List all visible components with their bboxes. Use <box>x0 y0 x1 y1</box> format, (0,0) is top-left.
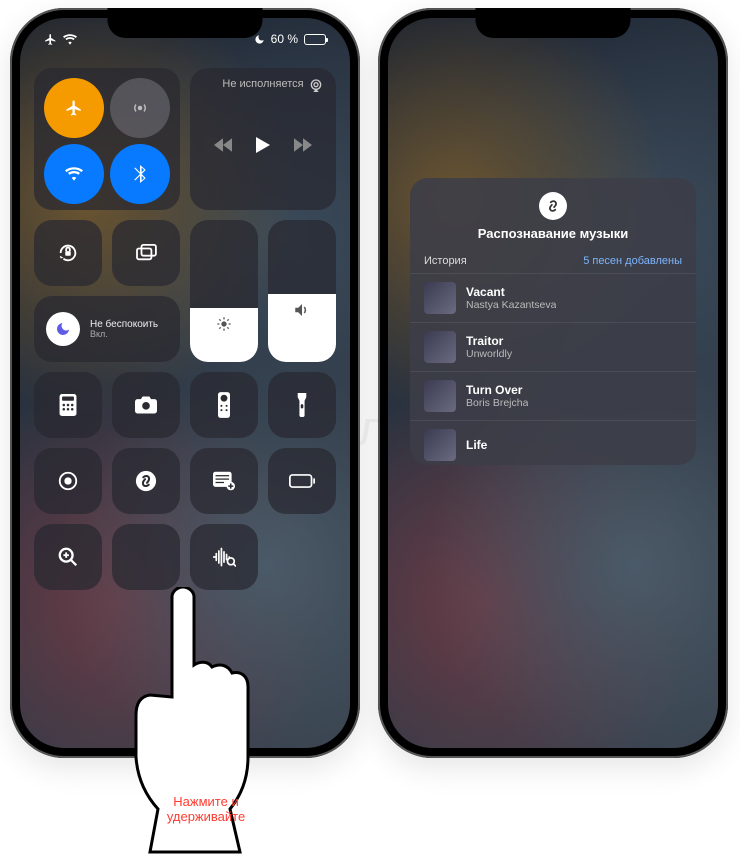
song-artist: Nastya Kazantseva <box>466 299 556 312</box>
song-artist: Unworldly <box>466 348 512 361</box>
wifi-toggle[interactable] <box>44 144 104 204</box>
do-not-disturb-tile[interactable]: Не беспокоить Вкл. <box>34 296 180 362</box>
media-title: Не исполняется <box>222 78 303 90</box>
album-art <box>424 282 456 314</box>
screen-record-tile[interactable] <box>34 448 102 514</box>
cellular-toggle[interactable] <box>110 78 170 138</box>
connectivity-tile[interactable] <box>34 68 180 210</box>
shazam-tile[interactable] <box>112 448 180 514</box>
rewind-icon[interactable] <box>214 138 232 152</box>
play-icon[interactable] <box>256 137 270 153</box>
song-title: Turn Over <box>466 383 528 397</box>
song-row[interactable]: Vacant Nastya Kazantseva <box>410 273 696 322</box>
history-count[interactable]: 5 песен добавлены <box>583 255 682 267</box>
album-art <box>424 331 456 363</box>
history-label: История <box>424 255 467 267</box>
hand-pointer-overlay: Нажмите и удерживайте <box>120 587 270 857</box>
screen-right: Распознавание музыки История 5 песен доб… <box>388 18 718 748</box>
calculator-tile[interactable] <box>34 372 102 438</box>
notch <box>476 8 631 38</box>
forward-icon[interactable] <box>294 138 312 152</box>
song-artist: Boris Brejcha <box>466 397 528 410</box>
screen-mirroring-tile[interactable] <box>112 220 180 286</box>
dnd-title: Не беспокоить <box>90 319 158 330</box>
song-title: Traitor <box>466 334 512 348</box>
brightness-slider[interactable] <box>190 220 258 362</box>
flashlight-tile[interactable] <box>268 372 336 438</box>
camera-tile[interactable] <box>112 372 180 438</box>
empty-tile-1[interactable] <box>112 524 180 590</box>
dnd-subtitle: Вкл. <box>90 330 158 340</box>
orientation-lock-tile[interactable] <box>34 220 102 286</box>
sound-recognition-tile[interactable] <box>190 524 258 590</box>
airplay-icon[interactable] <box>308 78 324 94</box>
moon-icon <box>254 34 265 45</box>
wifi-icon <box>63 34 77 45</box>
magnifier-tile[interactable] <box>34 524 102 590</box>
album-art <box>424 380 456 412</box>
media-tile[interactable]: Не исполняется <box>190 68 336 210</box>
airplane-icon <box>44 33 57 46</box>
album-art <box>424 429 456 461</box>
shazam-title: Распознавание музыки <box>410 226 696 241</box>
airplane-mode-toggle[interactable] <box>44 78 104 138</box>
song-row[interactable]: Traitor Unworldly <box>410 322 696 371</box>
notes-tile[interactable] <box>190 448 258 514</box>
notch <box>108 8 263 38</box>
song-title: Life <box>466 438 487 452</box>
bluetooth-toggle[interactable] <box>110 144 170 204</box>
shazam-popup[interactable]: Распознавание музыки История 5 песен доб… <box>410 178 696 465</box>
phone-right: Распознавание музыки История 5 песен доб… <box>378 8 728 758</box>
shazam-icon <box>539 192 567 220</box>
battery-percent: 60 % <box>271 32 298 46</box>
apple-tv-remote-tile[interactable] <box>190 372 258 438</box>
volume-slider[interactable] <box>268 220 336 362</box>
song-row[interactable]: Life <box>410 420 696 465</box>
song-row[interactable]: Turn Over Boris Brejcha <box>410 371 696 420</box>
low-power-tile[interactable] <box>268 448 336 514</box>
song-title: Vacant <box>466 285 556 299</box>
hand-caption: Нажмите и удерживайте <box>156 794 256 825</box>
battery-icon <box>304 34 326 45</box>
